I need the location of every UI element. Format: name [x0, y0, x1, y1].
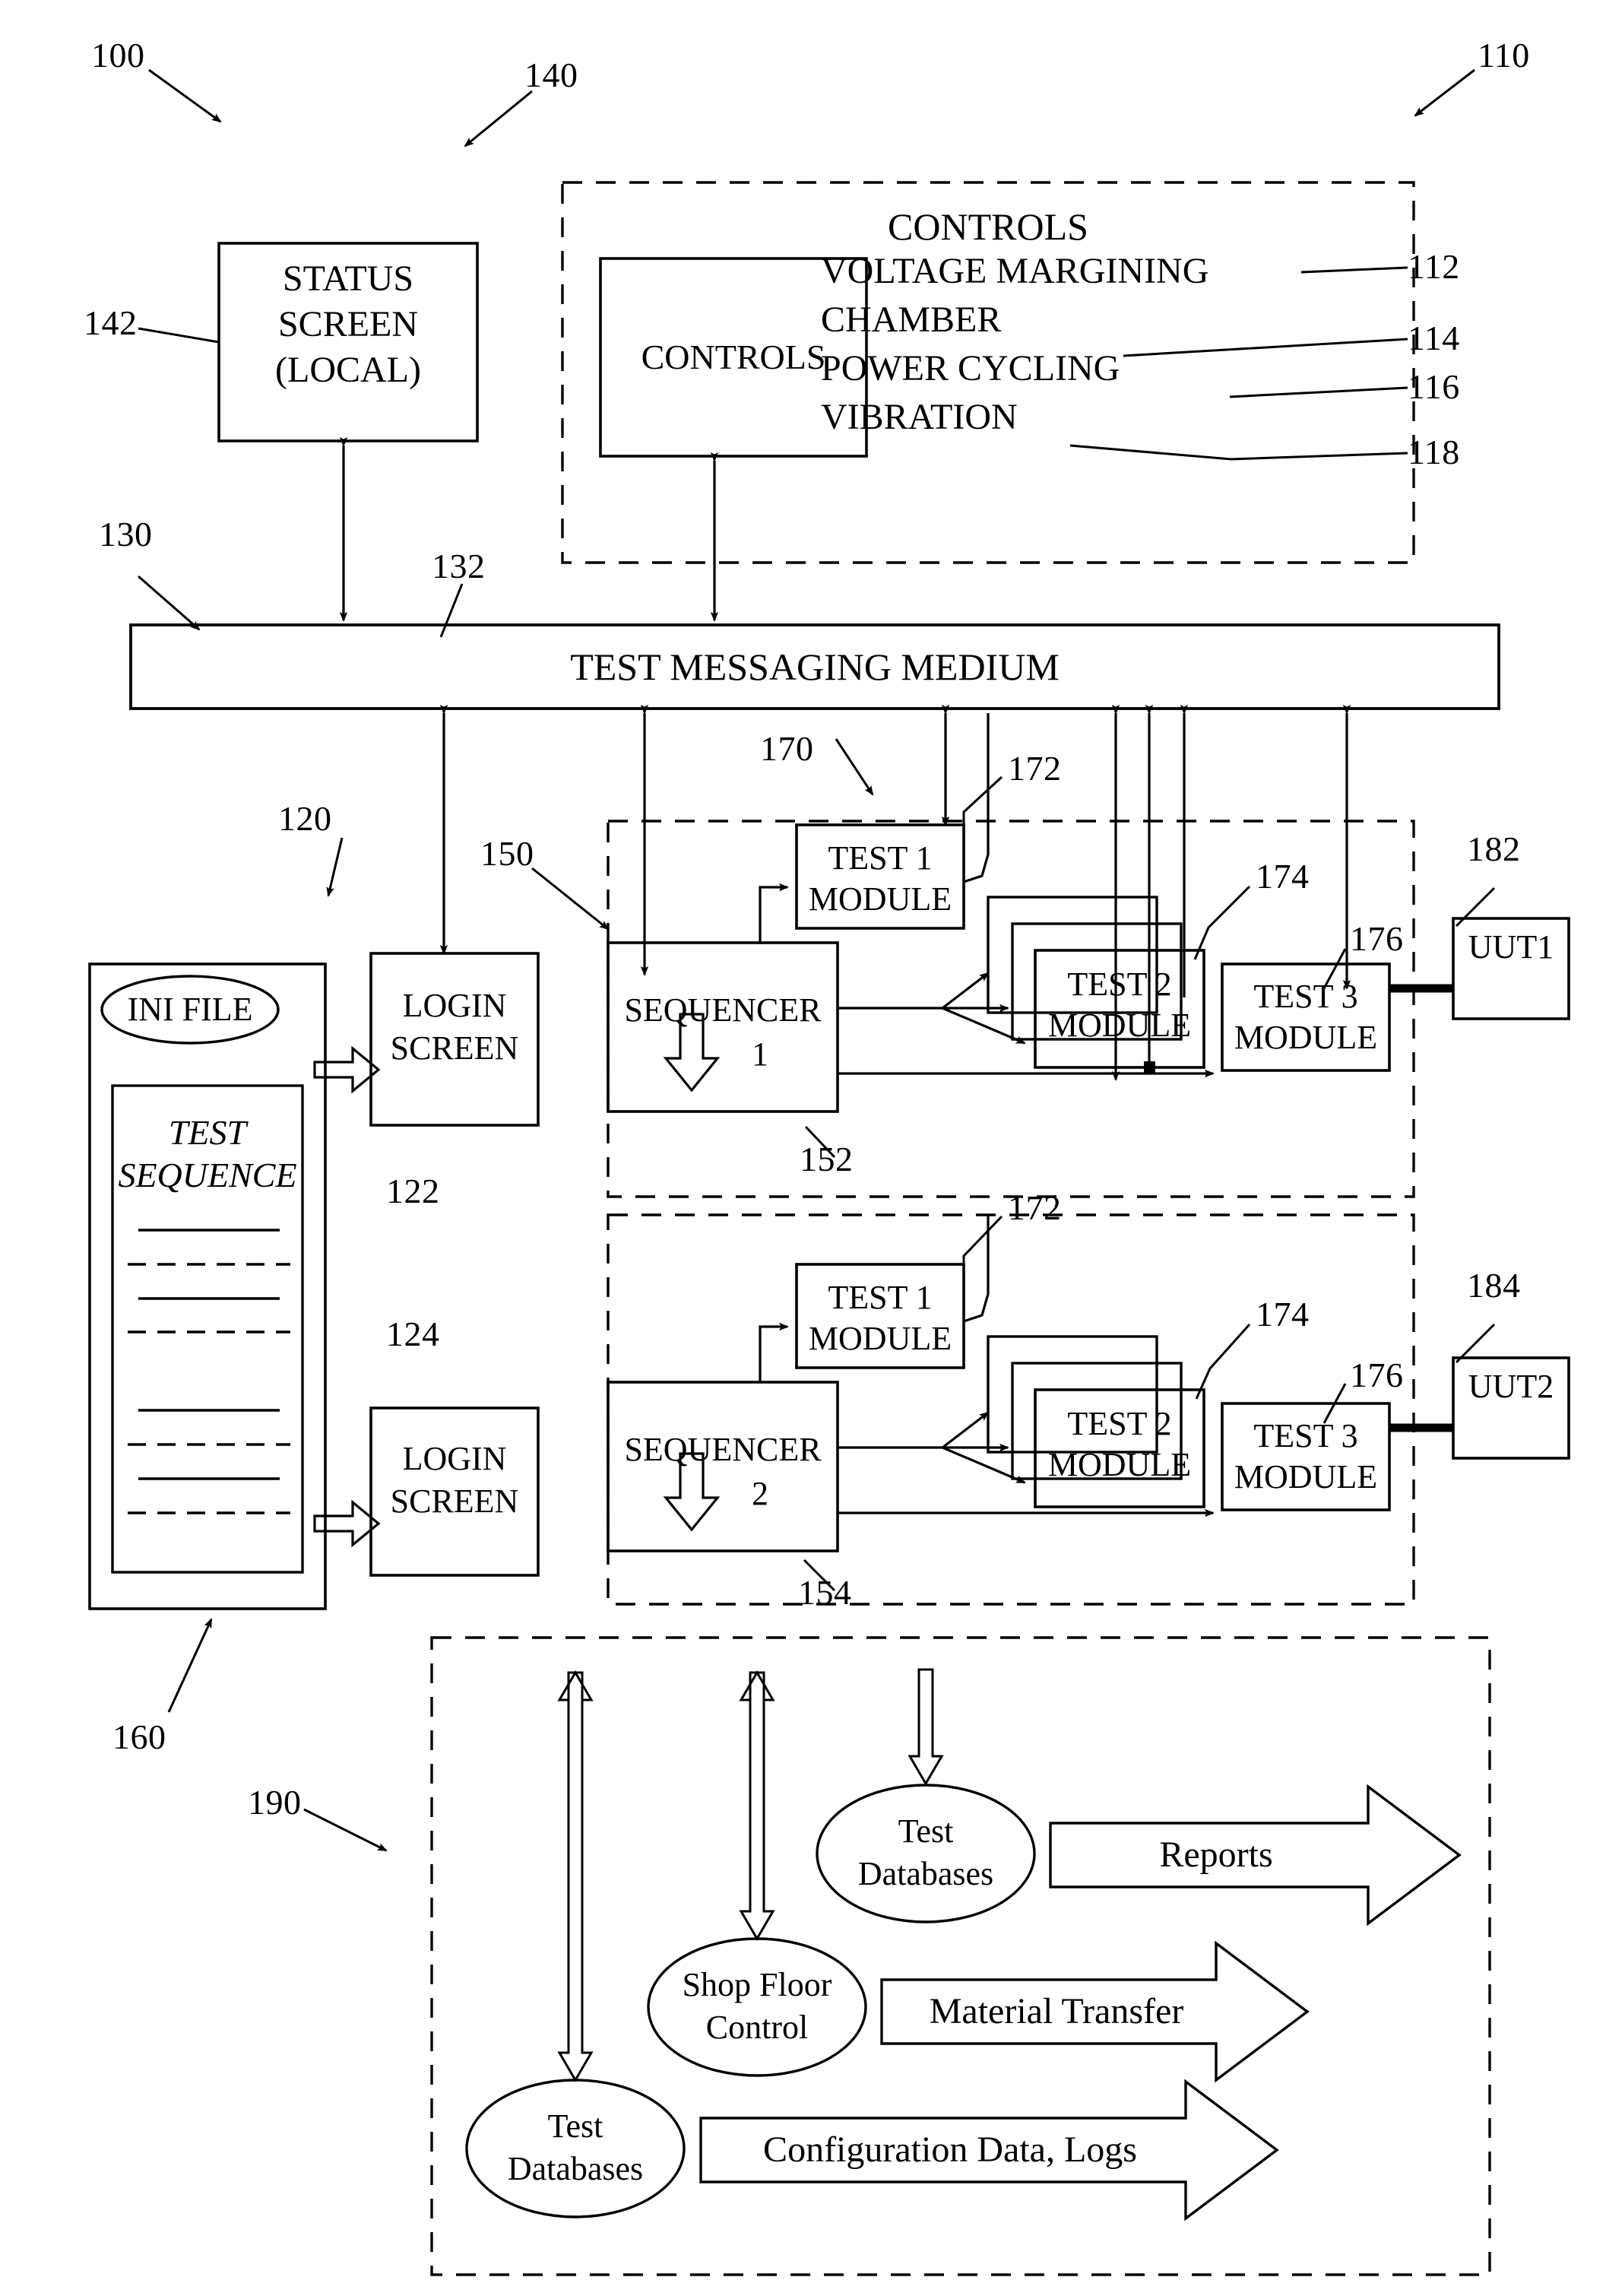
- configuration-data-logs-arrow-label: Configuration Data, Logs: [763, 2130, 1137, 2171]
- material-transfer-arrow-label: Material Transfer: [929, 1991, 1184, 2032]
- sequencer-2-label: SEQUENCER: [624, 1431, 822, 1468]
- status-screen-line1: STATUS: [282, 258, 414, 299]
- status-screen-line3: (LOCAL): [275, 350, 421, 390]
- ref-116: 116: [1408, 367, 1460, 406]
- ref-140: 140: [524, 55, 578, 94]
- ref-114: 114: [1408, 319, 1460, 357]
- ref-190: 190: [248, 1783, 302, 1822]
- sequencer-1-label: SEQUENCER: [624, 991, 822, 1029]
- ref-100: 100: [91, 36, 145, 75]
- ref-150: 150: [480, 834, 534, 873]
- login-screen-2-line2: SCREEN: [390, 1483, 519, 1520]
- station2-test1-module-line2: MODULE: [808, 1320, 952, 1357]
- patent-figure: 100 110 140 142 130 132 120 150 170 172 …: [0, 0, 1606, 2296]
- station2-test1-module-line1: TEST 1: [828, 1279, 933, 1316]
- station1-test3-module-line2: MODULE: [1234, 1019, 1378, 1056]
- control-item-voltage-margining[interactable]: VOLTAGE MARGINING: [821, 252, 1208, 291]
- shop-floor-control-line2: Control: [705, 2009, 809, 2046]
- control-item-chamber[interactable]: CHAMBER: [821, 300, 1001, 340]
- station2-test3-module-line1: TEST 3: [1253, 1417, 1358, 1454]
- ref-130: 130: [99, 515, 153, 553]
- ref-152: 152: [800, 1140, 854, 1178]
- ref-112: 112: [1408, 247, 1460, 286]
- ref-142: 142: [84, 303, 138, 342]
- ref-172-station2: 172: [1008, 1188, 1062, 1227]
- ref-174-station2: 174: [1256, 1295, 1310, 1334]
- shop-floor-control-line1: Shop Floor: [682, 1966, 832, 2003]
- ref-176-station1: 176: [1350, 919, 1404, 958]
- ref-160: 160: [112, 1717, 166, 1756]
- uut2-label: UUT2: [1468, 1368, 1554, 1405]
- uut1-label: UUT1: [1468, 928, 1554, 966]
- test-databases-top-line2: Databases: [857, 1855, 994, 1892]
- test-databases-bottom-line2: Databases: [507, 2150, 644, 2187]
- controls-group-title: CONTROLS: [888, 205, 1088, 248]
- reports-arrow-label: Reports: [1159, 1835, 1273, 1876]
- login-screen-2-line1: LOGIN: [402, 1440, 507, 1477]
- station1-test2-module-line2: MODULE: [1047, 1007, 1192, 1044]
- ref-110: 110: [1478, 36, 1530, 75]
- station1-test1-module-line1: TEST 1: [828, 839, 933, 877]
- ref-172-station1: 172: [1008, 749, 1062, 788]
- station2-test3-module-line2: MODULE: [1234, 1458, 1378, 1495]
- ref-132: 132: [432, 547, 486, 585]
- ref-124: 124: [386, 1314, 440, 1353]
- station1-test2-module-line1: TEST 2: [1067, 966, 1172, 1003]
- test-sequence-line1: TEST: [168, 1113, 247, 1152]
- ref-182: 182: [1467, 829, 1521, 868]
- sequencer-2-number: 2: [752, 1475, 768, 1512]
- login-screen-1-line2: SCREEN: [390, 1029, 519, 1067]
- ini-file-label: INI FILE: [127, 991, 253, 1029]
- login-screen-1-line1: LOGIN: [402, 987, 507, 1024]
- ref-154: 154: [798, 1573, 852, 1612]
- ref-120: 120: [278, 799, 332, 838]
- sequencer-1-number: 1: [752, 1035, 768, 1073]
- ref-170: 170: [760, 729, 814, 768]
- test-sequence-line2: SEQUENCE: [118, 1156, 297, 1194]
- station1-test3-module-line1: TEST 3: [1253, 978, 1358, 1015]
- ref-174-station1: 174: [1256, 857, 1310, 896]
- station2-test2-module-line1: TEST 2: [1067, 1405, 1172, 1442]
- ref-176-station2: 176: [1350, 1356, 1404, 1394]
- control-item-vibration[interactable]: VIBRATION: [821, 398, 1018, 437]
- ref-118: 118: [1408, 433, 1460, 471]
- status-screen-line2: SCREEN: [277, 304, 419, 344]
- test-messaging-medium-label: TEST MESSAGING MEDIUM: [570, 645, 1060, 688]
- station1-test1-module-line2: MODULE: [808, 880, 952, 918]
- test-databases-bottom-line1: Test: [547, 2107, 603, 2145]
- test-databases-top-line1: Test: [898, 1812, 954, 1850]
- station2-test2-module-line2: MODULE: [1047, 1446, 1192, 1483]
- control-item-power-cycling[interactable]: POWER CYCLING: [821, 349, 1120, 388]
- ref-184: 184: [1467, 1266, 1521, 1305]
- ref-122: 122: [386, 1172, 440, 1210]
